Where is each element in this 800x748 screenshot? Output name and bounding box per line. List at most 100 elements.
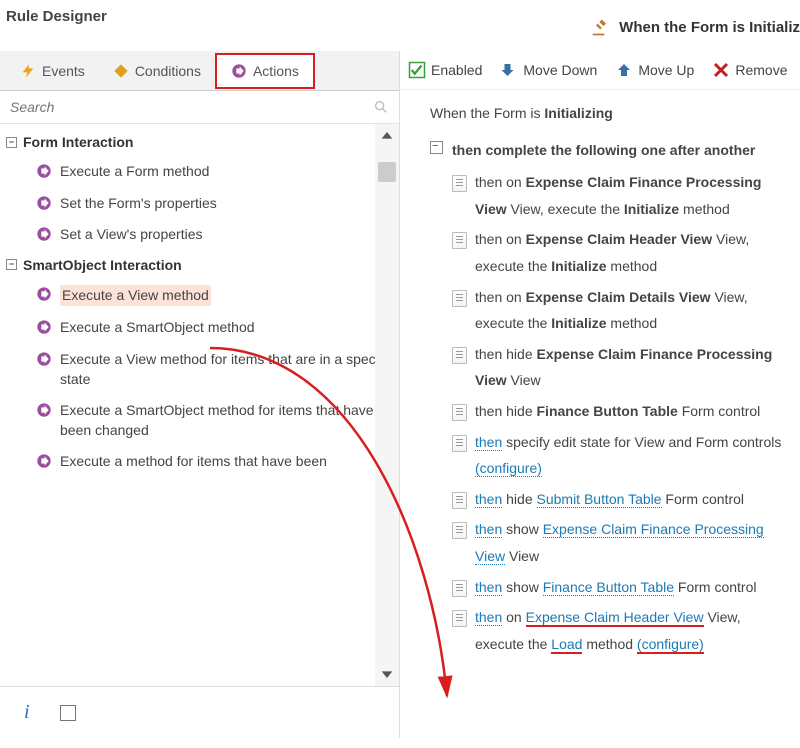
rule-title: When the Form is Initializing <box>430 100 786 127</box>
step-text: then hide Expense Claim Finance Processi… <box>475 341 786 394</box>
step-icon <box>452 347 467 364</box>
tab-conditions-label: Conditions <box>135 63 201 79</box>
remove-button[interactable]: Remove <box>712 61 787 79</box>
rule-step[interactable]: then hide Submit Button Table Form contr… <box>452 484 786 515</box>
tree-item-label: Execute a Form method <box>60 162 209 182</box>
steps-list: then on Expense Claim Finance Processing… <box>452 167 786 659</box>
step-text: then on Expense Claim Header View View, … <box>475 604 786 657</box>
tree-item[interactable]: Execute a SmartObject method <box>6 312 399 344</box>
search-input[interactable] <box>0 91 373 123</box>
rule-link[interactable]: Expense Claim Finance Processing View <box>475 521 764 565</box>
search-row <box>0 91 399 124</box>
gavel-icon <box>591 17 611 37</box>
step-icon <box>452 522 467 539</box>
rule-link[interactable]: Finance Button Table <box>543 579 674 596</box>
collapse-icon[interactable]: − <box>6 137 17 148</box>
enabled-label: Enabled <box>431 62 482 78</box>
rule-step[interactable]: then hide Expense Claim Finance Processi… <box>452 339 786 396</box>
tree-item[interactable]: Execute a SmartObject method for items t… <box>6 395 399 446</box>
rule-step[interactable]: then on Expense Claim Details View View,… <box>452 282 786 339</box>
scroll-track[interactable] <box>375 148 399 662</box>
arrow-circle-icon <box>231 63 247 79</box>
step-icon <box>452 580 467 597</box>
rule-step[interactable]: then specify edit state for View and For… <box>452 427 786 484</box>
rule-link[interactable]: then <box>475 434 502 451</box>
step-text: then show Expense Claim Finance Processi… <box>475 516 786 569</box>
move-up-icon <box>615 61 633 79</box>
step-text: then on Expense Claim Header View View, … <box>475 226 786 279</box>
then-header: then complete the following one after an… <box>452 137 786 164</box>
tree-item-label: Set the Form's properties <box>60 194 217 214</box>
tab-conditions[interactable]: Conditions <box>99 55 215 87</box>
tree-item-label: Execute a View method <box>60 285 211 307</box>
tree-item-label: Execute a View method for items that are… <box>60 350 395 389</box>
tree-item[interactable]: Set the Form's properties <box>6 188 399 220</box>
search-icon[interactable] <box>373 99 389 115</box>
rule-link[interactable]: Expense Claim Header View <box>526 609 704 627</box>
tree-group-header[interactable]: −SmartObject Interaction <box>6 251 399 279</box>
left-panel: Events Conditions Actions −Form Interact… <box>0 51 400 738</box>
rule-link[interactable]: Load <box>551 636 582 654</box>
rule-step[interactable]: then on Expense Claim Header View View, … <box>452 224 786 281</box>
step-icon <box>452 435 467 452</box>
move-up-button[interactable]: Move Up <box>615 61 694 79</box>
step-text: then on Expense Claim Finance Processing… <box>475 169 786 222</box>
step-icon <box>452 175 467 192</box>
step-text: then on Expense Claim Details View View,… <box>475 284 786 337</box>
step-text: then show Finance Button Table Form cont… <box>475 574 786 601</box>
tree-item[interactable]: Execute a method for items that have bee… <box>6 446 399 478</box>
tree-item[interactable]: Execute a View method for items that are… <box>6 344 399 395</box>
square-icon[interactable] <box>60 705 76 721</box>
right-panel: When the Form is Initializ Enabled Move … <box>400 51 800 738</box>
scrollbar[interactable] <box>375 124 399 686</box>
rule-step[interactable]: then on Expense Claim Finance Processing… <box>452 167 786 224</box>
rule-step[interactable]: then show Finance Button Table Form cont… <box>452 572 786 603</box>
tree-item[interactable]: Execute a Form method <box>6 156 399 188</box>
step-text: then hide Finance Button Table Form cont… <box>475 398 786 425</box>
move-down-label: Move Down <box>523 62 597 78</box>
tab-events-label: Events <box>42 63 85 79</box>
right-header: When the Form is Initializ <box>571 11 800 43</box>
rule-link[interactable]: then <box>475 579 502 596</box>
rule-prefix: When the Form is <box>430 105 540 121</box>
tab-actions[interactable]: Actions <box>215 53 315 89</box>
step-icon <box>452 492 467 509</box>
scroll-down-icon[interactable] <box>375 662 399 686</box>
rule-link[interactable]: then <box>475 491 502 508</box>
info-icon[interactable]: i <box>24 701 30 724</box>
tree-item[interactable]: Set a View's properties <box>6 219 399 251</box>
step-text: then hide Submit Button Table Form contr… <box>475 486 786 513</box>
step-icon <box>452 232 467 249</box>
group-label: Form Interaction <box>23 134 133 150</box>
scroll-up-icon[interactable] <box>375 124 399 148</box>
info-row: i <box>0 686 399 738</box>
move-up-label: Move Up <box>638 62 694 78</box>
checkbox-icon <box>408 61 426 79</box>
scroll-thumb[interactable] <box>378 162 396 182</box>
rule-link[interactable]: (configure) <box>475 460 542 477</box>
rule-body: When the Form is Initializing then compl… <box>400 90 800 669</box>
rule-link[interactable]: then <box>475 521 502 538</box>
rule-link[interactable]: (configure) <box>637 636 704 654</box>
rule-link[interactable]: Submit Button Table <box>537 491 662 508</box>
tab-events[interactable]: Events <box>6 55 99 87</box>
tree-item[interactable]: Execute a View method <box>6 279 399 313</box>
collapse-icon[interactable]: − <box>6 259 17 270</box>
rule-state: Initializing <box>544 105 612 121</box>
step-text: then specify edit state for View and For… <box>475 429 786 482</box>
rule-link[interactable]: then <box>475 609 502 626</box>
tab-bar: Events Conditions Actions <box>0 51 399 91</box>
step-icon <box>452 404 467 421</box>
group-label: SmartObject Interaction <box>23 257 182 273</box>
tree: −Form InteractionExecute a Form methodSe… <box>0 124 399 480</box>
rule-step[interactable]: then on Expense Claim Header View View, … <box>452 602 786 659</box>
tab-actions-label: Actions <box>253 63 299 79</box>
move-down-button[interactable]: Move Down <box>500 61 597 79</box>
tree-group-header[interactable]: −Form Interaction <box>6 128 399 156</box>
move-down-icon <box>500 61 518 79</box>
remove-label: Remove <box>735 62 787 78</box>
enabled-toggle[interactable]: Enabled <box>408 61 482 79</box>
rule-step[interactable]: then hide Finance Button Table Form cont… <box>452 396 786 427</box>
rule-step[interactable]: then show Expense Claim Finance Processi… <box>452 514 786 571</box>
diamond-icon <box>113 63 129 79</box>
